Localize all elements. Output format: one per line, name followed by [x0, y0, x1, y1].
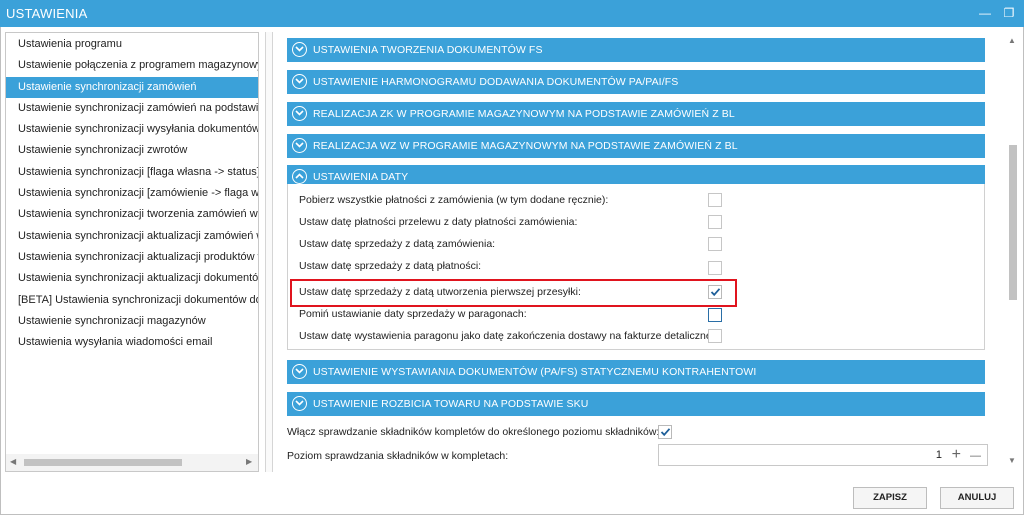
chevron-up-icon — [292, 169, 307, 184]
settings-content-panel: USTAWIENIA TWORZENIA DOKUMENTÓW FS USTAW… — [279, 32, 1019, 472]
section-title: USTAWIENIE HARMONOGRAMU DODAWANIA DOKUME… — [313, 76, 679, 88]
maximize-button[interactable]: ❐ — [1000, 4, 1018, 22]
settings-nav-list: Ustawienia programu Ustawienie połączeni… — [6, 34, 258, 353]
setting-row: Pomiń ustawianie daty sprzedaży w parago… — [288, 304, 986, 326]
section-title: USTAWIENIE WYSTAWIANIA DOKUMENTÓW (PA/FS… — [313, 366, 757, 378]
checkmark-icon — [660, 428, 671, 437]
nav-item-program-settings[interactable]: Ustawienia programu — [6, 34, 258, 55]
nav-item-product-update-sync[interactable]: Ustawienia synchronizacji aktualizacji p… — [6, 247, 258, 268]
setting-label: Poziom sprawdzania składników w kompleta… — [287, 450, 509, 462]
cancel-button[interactable]: ANULUJ — [940, 487, 1014, 509]
sku-check-row: Włącz sprawdzanie składników kompletów d… — [287, 422, 985, 444]
date-settings-panel: Pobierz wszystkie płatności z zamówienia… — [287, 184, 985, 350]
section-sku-split[interactable]: USTAWIENIE ROZBICIA TOWARU NA PODSTAWIE … — [287, 392, 985, 416]
horizontal-scroll-thumb[interactable] — [24, 459, 182, 466]
nav-item-flag-status-sync[interactable]: Ustawienia synchronizacji [flaga własna … — [6, 162, 258, 183]
save-button[interactable]: ZAPISZ — [853, 487, 927, 509]
setting-label: Ustaw datę sprzedaży z datą zamówienia: — [299, 238, 496, 250]
setting-row: Ustaw datę sprzedaży z datą płatności: — [288, 256, 986, 278]
chevron-down-icon — [292, 42, 307, 57]
setting-label: Ustaw datę sprzedaży z datą płatności: — [299, 260, 482, 272]
setting-label: Włącz sprawdzanie składników kompletów d… — [287, 426, 660, 438]
settings-nav-panel: Ustawienia programu Ustawienie połączeni… — [5, 32, 259, 472]
scroll-up-icon[interactable]: ▲ — [1008, 36, 1016, 45]
sale-date-order-date-checkbox[interactable] — [708, 237, 722, 251]
minus-icon[interactable]: — — [970, 447, 981, 465]
nav-item-order-creation-sync[interactable]: Ustawienia synchronizacji tworzenia zamó… — [6, 204, 258, 225]
window-title: USTAWIENIA — [6, 6, 88, 21]
nav-item-email-settings[interactable]: Ustawienia wysyłania wiadomości email — [6, 332, 258, 353]
chevron-down-icon — [292, 396, 307, 411]
minimize-button[interactable]: — — [976, 4, 994, 22]
section-wz-realization[interactable]: REALIZACJA WZ W PROGRAMIE MAGAZYNOWYM NA… — [287, 134, 985, 158]
setting-row: Pobierz wszystkie płatności z zamówienia… — [288, 190, 986, 212]
chevron-down-icon — [292, 138, 307, 153]
setting-label: Pomiń ustawianie daty sprzedaży w parago… — [299, 308, 527, 320]
receipt-date-delivery-end-checkbox[interactable] — [708, 329, 722, 343]
panel-splitter[interactable] — [265, 32, 273, 472]
vertical-scroll-thumb[interactable] — [1009, 145, 1017, 300]
setting-label: Ustaw datę wystawienia paragonu jako dat… — [299, 330, 717, 342]
section-title: REALIZACJA ZK W PROGRAMIE MAGAZYNOWYM NA… — [313, 108, 735, 120]
setting-label: Pobierz wszystkie płatności z zamówienia… — [299, 194, 609, 206]
section-title: USTAWIENIA DATY — [313, 171, 409, 183]
section-zk-realization[interactable]: REALIZACJA ZK W PROGRAMIE MAGAZYNOWYM NA… — [287, 102, 985, 126]
nav-item-order-sync[interactable]: Ustawienie synchronizacji zamówień — [6, 76, 258, 98]
vertical-scrollbar[interactable]: ▲ ▼ — [1006, 32, 1019, 472]
horizontal-scrollbar[interactable]: ◀ ▶ — [6, 454, 258, 471]
nav-item-order-update-sync[interactable]: Ustawienia synchronizacji aktualizacji z… — [6, 226, 258, 247]
setting-row: Ustaw datę sprzedaży z datą zamówienia: — [288, 234, 986, 256]
nav-item-document-sending-sync[interactable]: Ustawienie synchronizacji wysyłania doku… — [6, 119, 258, 140]
skip-receipt-sale-date-checkbox[interactable] — [708, 308, 722, 322]
sale-date-payment-date-checkbox[interactable] — [708, 261, 722, 275]
level-spinner[interactable]: 1 + — — [658, 444, 988, 466]
chevron-down-icon — [292, 106, 307, 121]
transfer-payment-date-checkbox[interactable] — [708, 215, 722, 229]
section-title: REALIZACJA WZ W PROGRAMIE MAGAZYNOWYM NA… — [313, 140, 738, 152]
nav-item-warehouse-sync[interactable]: Ustawienie synchronizacji magazynów — [6, 311, 258, 332]
section-schedule[interactable]: USTAWIENIE HARMONOGRAMU DODAWANIA DOKUME… — [287, 70, 985, 94]
component-check-checkbox[interactable] — [658, 425, 672, 439]
scroll-down-icon[interactable]: ▼ — [1008, 456, 1016, 465]
plus-icon[interactable]: + — [952, 446, 961, 464]
nav-item-returns-sync[interactable]: Ustawienie synchronizacji zwrotów — [6, 140, 258, 161]
setting-row: Ustaw datę wystawienia paragonu jako dat… — [288, 326, 986, 348]
section-title: USTAWIENIA TWORZENIA DOKUMENTÓW FS — [313, 44, 543, 56]
section-static-contractor[interactable]: USTAWIENIE WYSTAWIANIA DOKUMENTÓW (PA/FS… — [287, 360, 985, 384]
section-fs-documents[interactable]: USTAWIENIA TWORZENIA DOKUMENTÓW FS — [287, 38, 985, 62]
setting-row: Ustaw datę sprzedaży z datą utworzenia p… — [288, 282, 986, 304]
level-value[interactable]: 1 — [936, 449, 942, 461]
setting-label: Ustaw datę sprzedaży z datą utworzenia p… — [299, 286, 581, 298]
nav-item-delivery-documents-sync[interactable]: [BETA] Ustawienia synchronizacji dokumen… — [6, 290, 258, 311]
section-title: USTAWIENIE ROZBICIA TOWARU NA PODSTAWIE … — [313, 398, 589, 410]
nav-item-order-sync-basis[interactable]: Ustawienie synchronizacji zamówień na po… — [6, 98, 258, 119]
scroll-left-icon[interactable]: ◀ — [10, 457, 16, 466]
fetch-all-payments-checkbox[interactable] — [708, 193, 722, 207]
title-bar: USTAWIENIA — ❐ — [0, 0, 1024, 27]
chevron-down-icon — [292, 74, 307, 89]
chevron-down-icon — [292, 364, 307, 379]
nav-item-document-update-sync[interactable]: Ustawienia synchronizacji aktualizacji d… — [6, 268, 258, 289]
setting-row: Ustaw datę płatności przelewu z daty pła… — [288, 212, 986, 234]
sale-date-first-shipment-checkbox[interactable] — [708, 285, 722, 299]
nav-item-order-flag-sync[interactable]: Ustawienia synchronizacji [zamówienie ->… — [6, 183, 258, 204]
sku-level-row: Poziom sprawdzania składników w kompleta… — [287, 446, 647, 468]
checkmark-icon — [710, 288, 721, 297]
scroll-right-icon[interactable]: ▶ — [246, 457, 252, 466]
nav-item-warehouse-connection[interactable]: Ustawienie połączenia z programem magazy… — [6, 55, 258, 76]
setting-label: Ustaw datę płatności przelewu z daty pła… — [299, 216, 578, 228]
